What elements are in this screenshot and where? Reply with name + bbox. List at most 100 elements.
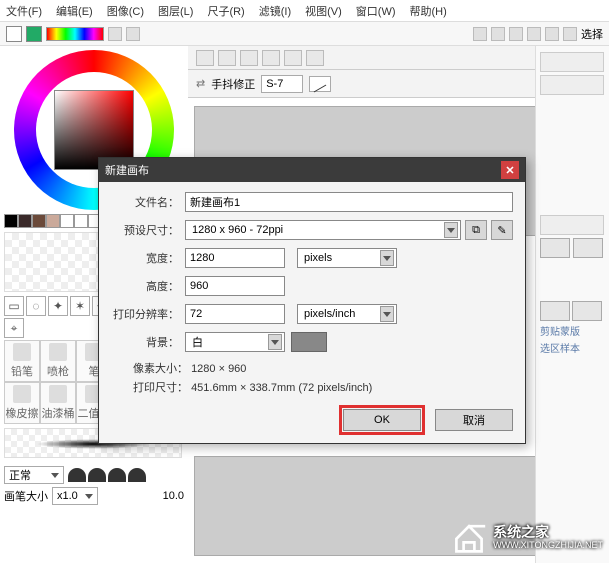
toolbar-btn[interactable] [527, 27, 541, 41]
fg-color-swatch[interactable] [6, 26, 22, 42]
blend-mode-dropdown[interactable]: 正常 [4, 466, 64, 484]
toolbar-btn[interactable] [491, 27, 505, 41]
right-panel: 剪贴蒙版 选区样本 [535, 46, 609, 563]
chevron-down-icon [383, 256, 391, 261]
brush-shape-1[interactable] [68, 468, 86, 482]
width-label: 宽度： [111, 250, 179, 266]
brush-size-value: 10.0 [163, 490, 184, 502]
nav-preview[interactable] [540, 75, 604, 95]
print-size-label: 打印尺寸： [133, 382, 188, 394]
swatch[interactable] [32, 214, 46, 228]
cancel-button[interactable]: 取消 [435, 409, 513, 431]
menu-bar: 文件(F) 编辑(E) 图像(C) 图层(L) 尺子(R) 滤镜(I) 视图(V… [0, 0, 609, 22]
height-input[interactable]: 960 [185, 276, 285, 296]
menu-file[interactable]: 文件(F) [6, 3, 42, 19]
brush-eraser[interactable]: 橡皮擦 [4, 382, 40, 424]
menu-edit[interactable]: 编辑(E) [56, 3, 93, 19]
sel-btn[interactable] [218, 50, 236, 66]
brush-shape-buttons [68, 468, 146, 482]
pixel-size-label: 像素大小： [133, 363, 188, 375]
hand-correct-label: 手抖修正 [211, 76, 255, 92]
toolbar-btn[interactable] [473, 27, 487, 41]
brush-shape-3[interactable] [108, 468, 126, 482]
toolbar-btn[interactable] [509, 27, 523, 41]
menu-layer[interactable]: 图层(L) [158, 3, 193, 19]
brush-shape-4[interactable] [128, 468, 146, 482]
stabilizer-value[interactable]: S-7 [261, 75, 303, 93]
panel-btn[interactable] [572, 301, 602, 321]
brush-airbrush[interactable]: 喷枪 [40, 340, 76, 382]
print-size-value: 451.6mm × 338.7mm (72 pixels/inch) [191, 382, 372, 394]
brush-controls: 正常 画笔大小 x1.0 10.0 [0, 462, 188, 512]
layer-toolbar[interactable] [540, 215, 604, 235]
preset-tool-2-icon[interactable]: ✎ [491, 220, 513, 240]
sel-btn[interactable] [284, 50, 302, 66]
width-input[interactable]: 1280 [185, 248, 285, 268]
bg-color-swatch[interactable] [26, 26, 42, 42]
brush-pencil[interactable]: 铅笔 [4, 340, 40, 382]
ok-button[interactable]: OK [343, 409, 421, 431]
preset-tool-1-icon[interactable]: ⧉ [465, 220, 487, 240]
bg-label: 背景： [111, 334, 179, 350]
toolbar-btn[interactable] [563, 27, 577, 41]
picker-tool-icon[interactable]: ⌖ [4, 318, 24, 338]
bg-dropdown[interactable]: 白 [185, 332, 285, 352]
menu-help[interactable]: 帮助(H) [410, 3, 447, 19]
top-toolbar: 选择 [0, 22, 609, 46]
swatch[interactable] [46, 214, 60, 228]
chevron-down-icon [383, 312, 391, 317]
brush-bucket[interactable]: 油漆桶 [40, 382, 76, 424]
bg-color-preview[interactable] [291, 332, 327, 352]
angle-indicator-icon[interactable] [309, 76, 331, 92]
swatch[interactable] [4, 214, 18, 228]
preset-label: 预设尺寸： [111, 222, 179, 238]
preset-dropdown[interactable]: 1280 x 960 - 72ppi [185, 220, 461, 240]
spectrum-bar[interactable] [46, 27, 104, 41]
unit-dropdown[interactable]: pixels [297, 248, 397, 268]
close-button[interactable]: ✕ [501, 161, 519, 179]
tool-pad-2[interactable] [126, 27, 140, 41]
select-label: 选择 [581, 26, 603, 42]
pixel-size-value: 1280 × 960 [191, 363, 246, 375]
chevron-down-icon [85, 494, 93, 499]
menu-image[interactable]: 图像(C) [107, 3, 144, 19]
chevron-down-icon [447, 228, 455, 233]
sel-btn[interactable] [240, 50, 258, 66]
chevron-down-icon [271, 340, 279, 345]
filename-label: 文件名： [111, 194, 179, 210]
nav-preview[interactable] [540, 52, 604, 72]
panel-btn[interactable] [540, 238, 570, 258]
filename-input[interactable]: 新建画布1 [185, 192, 513, 212]
spray-tool-icon[interactable]: ✶ [70, 296, 90, 316]
menu-ruler[interactable]: 尺子(R) [207, 3, 244, 19]
height-label: 高度： [111, 278, 179, 294]
sel-btn[interactable] [196, 50, 214, 66]
swatch[interactable] [74, 214, 88, 228]
dialog-titlebar[interactable]: 新建画布 ✕ [99, 158, 525, 182]
swatch[interactable] [60, 214, 74, 228]
dpi-unit-dropdown[interactable]: pixels/inch [297, 304, 397, 324]
dpi-label: 打印分辨率： [111, 306, 179, 322]
menu-filter[interactable]: 滤镜(I) [259, 3, 291, 19]
panel-btn[interactable] [540, 301, 570, 321]
wand-tool-icon[interactable]: ✦ [48, 296, 68, 316]
lasso-tool-icon[interactable]: ◌ [26, 296, 46, 316]
tool-pad-1[interactable] [108, 27, 122, 41]
sel-btn[interactable] [262, 50, 280, 66]
selection-sample-label[interactable]: 选区样本 [540, 340, 605, 355]
menu-view[interactable]: 视图(V) [305, 3, 342, 19]
new-canvas-dialog: 新建画布 ✕ 文件名： 新建画布1 预设尺寸： 1280 x 960 - 72p… [98, 157, 526, 444]
sel-btn[interactable] [306, 50, 324, 66]
chevron-down-icon [51, 473, 59, 478]
menu-window[interactable]: 窗口(W) [356, 3, 396, 19]
swatch[interactable] [18, 214, 32, 228]
brush-size-label: 画笔大小 [4, 488, 48, 504]
brush-mult-dropdown[interactable]: x1.0 [52, 487, 98, 505]
clipping-mask-label[interactable]: 剪贴蒙版 [540, 323, 605, 338]
brush-shape-2[interactable] [88, 468, 106, 482]
dialog-title: 新建画布 [105, 162, 149, 178]
panel-btn[interactable] [573, 238, 603, 258]
dpi-input[interactable]: 72 [185, 304, 285, 324]
marquee-tool-icon[interactable]: ▭ [4, 296, 24, 316]
toolbar-btn[interactable] [545, 27, 559, 41]
